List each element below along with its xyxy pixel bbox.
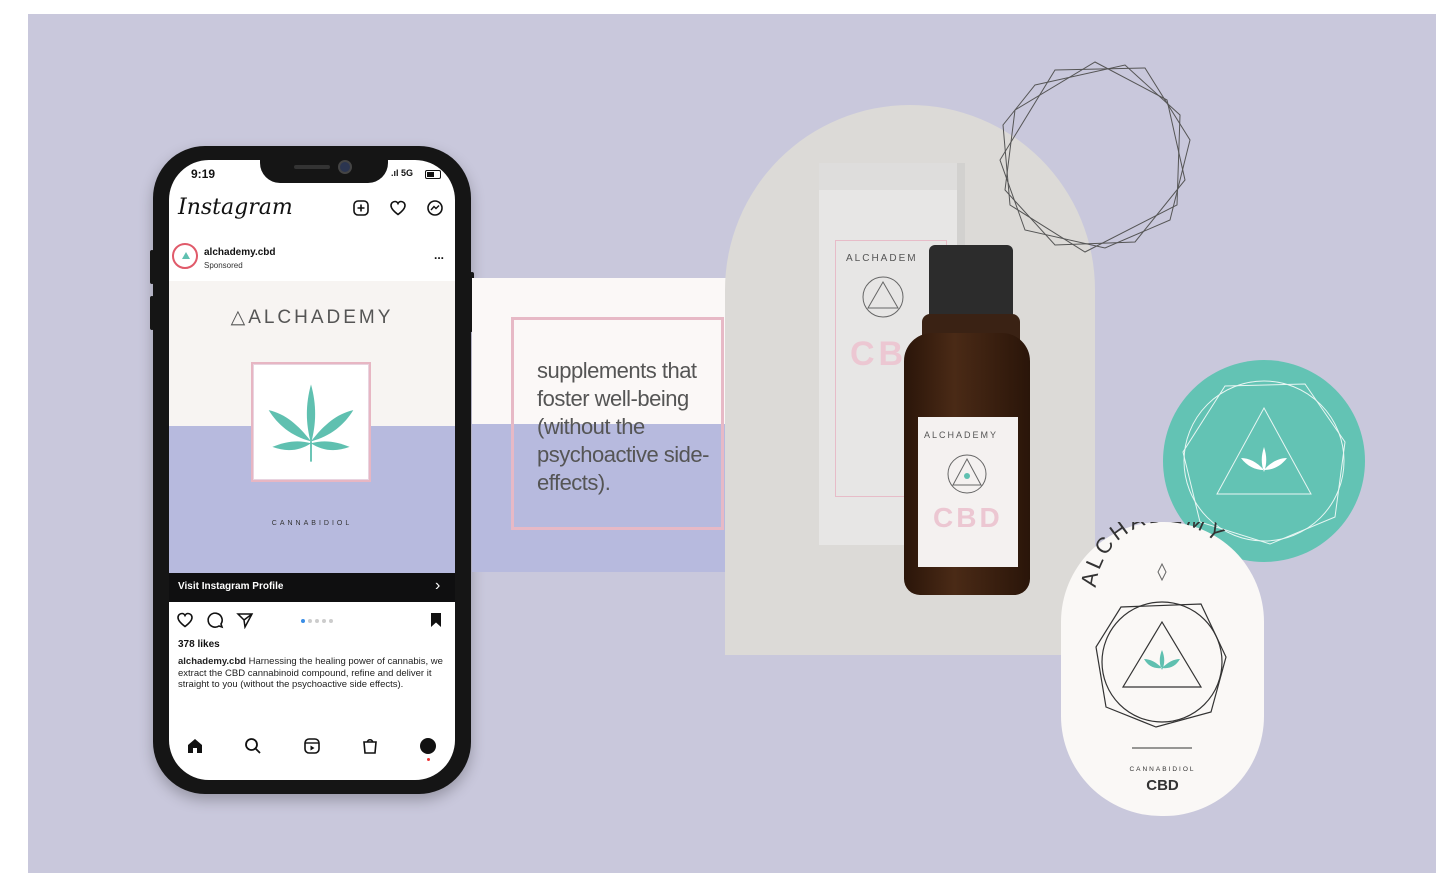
sponsored-label: Sponsored <box>204 261 243 270</box>
box-emblem-icon <box>862 276 904 318</box>
sticker-subtitle: CANNABIDIOL <box>1129 766 1196 773</box>
white-sticker-emblem: ALCHADEMY <box>1076 522 1231 749</box>
phone-speaker <box>294 165 330 169</box>
post-caption: alchademy.cbd Harnessing the healing pow… <box>178 656 446 691</box>
home-icon[interactable] <box>186 737 204 755</box>
carousel-dot-active <box>301 619 305 623</box>
phone-side-button <box>150 296 154 330</box>
search-icon[interactable] <box>244 737 262 755</box>
cannabis-leaf-icon <box>268 384 354 462</box>
like-icon[interactable] <box>176 611 194 629</box>
post-brand: △ALCHADEMY <box>169 306 455 329</box>
bottle-cap <box>929 245 1013 317</box>
avatar[interactable] <box>172 243 198 269</box>
heart-icon[interactable] <box>389 199 407 217</box>
box-cbd: CB <box>850 335 908 373</box>
status-signal: .ıl 5G <box>391 168 413 178</box>
sticker-cbd: CBD <box>1146 777 1179 794</box>
carousel-dot <box>329 619 333 623</box>
post-brand-text: ALCHADEMY <box>248 307 394 328</box>
caption-user[interactable]: alchademy.cbd <box>178 656 246 667</box>
geometric-polygon-icon <box>999 61 1191 253</box>
brand-triangle-icon: △ <box>230 307 249 328</box>
messenger-icon[interactable] <box>426 199 444 217</box>
bottle-emblem-icon <box>947 454 987 494</box>
comment-icon[interactable] <box>206 611 224 629</box>
reels-icon[interactable] <box>303 737 321 755</box>
post-subtitle: CANNABIDIOL <box>271 520 353 527</box>
share-icon[interactable] <box>236 611 254 629</box>
notification-dot <box>427 758 430 761</box>
profile-icon[interactable] <box>419 737 437 755</box>
canvas: 9:19 .ıl 5G Instagram alchademy.cbd Spon… <box>0 0 1436 873</box>
network-label: 5G <box>401 168 414 178</box>
chevron-right-icon[interactable]: › <box>435 577 440 595</box>
more-options-icon[interactable]: ... <box>434 248 444 262</box>
carousel-dot <box>322 619 326 623</box>
account-name[interactable]: alchademy.cbd <box>204 247 276 258</box>
bottle-brand: ALCHADEMY <box>924 430 999 440</box>
promo-card-text: supplements that foster well-being (with… <box>537 358 709 495</box>
add-post-icon[interactable] <box>352 199 370 217</box>
carousel-dot <box>308 619 312 623</box>
phone-side-button <box>150 250 154 284</box>
shop-icon[interactable] <box>361 737 379 755</box>
bookmark-icon[interactable] <box>427 611 445 629</box>
likes-count: 378 likes <box>178 639 220 650</box>
phone-camera <box>338 160 352 174</box>
box-brand: ALCHADEM <box>846 253 918 264</box>
carousel-dot <box>315 619 319 623</box>
product-box-top <box>819 163 957 190</box>
status-time: 9:19 <box>191 167 216 181</box>
bottle-cbd: CBD <box>933 502 1003 533</box>
sticker-arc-text: ALCHADEMY <box>1076 522 1231 589</box>
battery-icon <box>425 170 441 179</box>
instagram-logo: Instagram <box>178 195 293 220</box>
signal-icon: .ıl <box>391 168 402 178</box>
visit-profile-label[interactable]: Visit Instagram Profile <box>178 581 283 592</box>
